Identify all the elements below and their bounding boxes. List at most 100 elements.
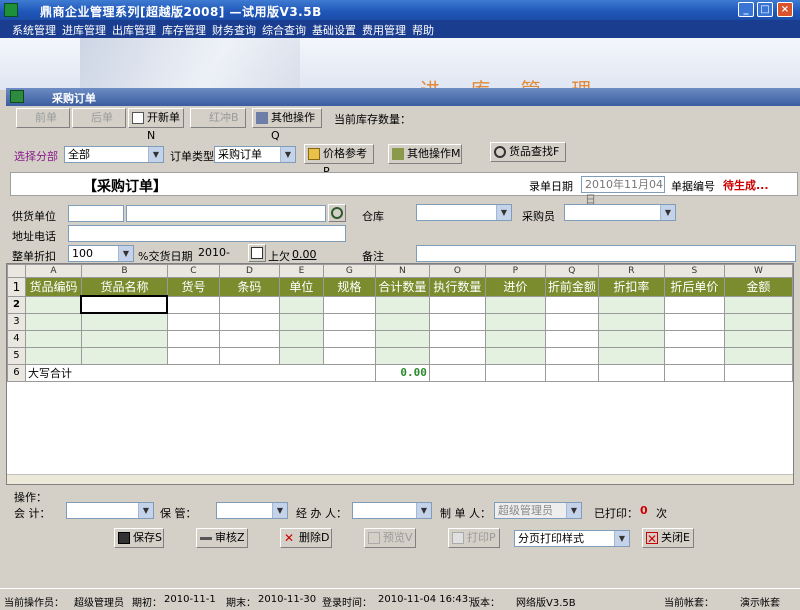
close-icon[interactable]: × bbox=[777, 2, 793, 17]
header-goods-code[interactable]: 货品编码 bbox=[24, 277, 82, 297]
print-style-select[interactable]: 分页打印样式 ▼ bbox=[514, 530, 630, 547]
cell[interactable] bbox=[278, 346, 324, 365]
cell[interactable] bbox=[80, 346, 168, 365]
price-reference-button[interactable]: 价格参考P bbox=[304, 144, 374, 178]
cell[interactable] bbox=[218, 312, 280, 331]
menu-finance[interactable]: 财务查询 bbox=[212, 22, 256, 38]
cell[interactable] bbox=[374, 295, 430, 314]
horizontal-scrollbar[interactable] bbox=[7, 474, 793, 484]
maximize-icon[interactable]: □ bbox=[757, 2, 773, 17]
close-button[interactable]: ✕ 关闭E bbox=[642, 528, 694, 548]
cell[interactable] bbox=[544, 295, 599, 314]
cell[interactable] bbox=[428, 312, 486, 331]
audit-button[interactable]: 审核Z bbox=[196, 528, 248, 548]
header-unit[interactable]: 单位 bbox=[278, 277, 324, 297]
doc-date-field[interactable]: 2010年11月04日 bbox=[581, 176, 665, 206]
calendar-button[interactable] bbox=[248, 244, 266, 262]
menu-expense[interactable]: 费用管理 bbox=[362, 22, 406, 38]
cell[interactable] bbox=[723, 312, 794, 331]
preview-button[interactable]: 预览V bbox=[364, 528, 416, 548]
menu-stock-in[interactable]: 进库管理 bbox=[62, 22, 106, 38]
red-reverse-button[interactable]: 红冲B bbox=[190, 108, 246, 128]
cell[interactable] bbox=[374, 329, 430, 348]
menu-settings[interactable]: 基础设置 bbox=[312, 22, 356, 38]
cell[interactable] bbox=[374, 312, 430, 331]
cell[interactable] bbox=[80, 312, 168, 331]
other-operations-button[interactable]: 其他操作Q bbox=[252, 108, 322, 142]
cell[interactable] bbox=[428, 295, 486, 314]
header-goods-name[interactable]: 货品名称 bbox=[80, 277, 168, 297]
cell[interactable] bbox=[374, 346, 430, 365]
cell[interactable] bbox=[322, 312, 376, 331]
supplier-lookup-button[interactable] bbox=[328, 204, 346, 222]
cell[interactable] bbox=[663, 295, 725, 314]
cell[interactable] bbox=[218, 346, 280, 365]
cell[interactable] bbox=[663, 346, 725, 365]
cell[interactable] bbox=[80, 329, 168, 348]
cell[interactable] bbox=[484, 312, 546, 331]
cell[interactable] bbox=[663, 329, 725, 348]
header-price[interactable]: 进价 bbox=[484, 277, 546, 297]
new-order-button[interactable]: 开新单N bbox=[128, 108, 184, 142]
menu-system[interactable]: 系统管理 bbox=[12, 22, 56, 38]
accountant-select[interactable]: ▼ bbox=[66, 502, 154, 519]
cell[interactable] bbox=[278, 295, 324, 314]
header-amount[interactable]: 金额 bbox=[723, 277, 794, 297]
header-barcode[interactable]: 条码 bbox=[218, 277, 280, 297]
address-input[interactable] bbox=[68, 225, 346, 242]
cell[interactable] bbox=[723, 346, 794, 365]
menu-help[interactable]: 帮助 bbox=[412, 22, 434, 38]
remark-input[interactable] bbox=[416, 245, 796, 262]
delivery-date-field[interactable]: 2010-11-04 bbox=[198, 245, 246, 274]
discount-select[interactable]: 100 ▼ bbox=[68, 245, 134, 262]
cell[interactable] bbox=[166, 346, 220, 365]
header-pre-discount[interactable]: 折前金额 bbox=[544, 277, 599, 297]
cell[interactable] bbox=[484, 295, 546, 314]
cell[interactable] bbox=[484, 346, 546, 365]
keeper-select[interactable]: ▼ bbox=[216, 502, 288, 519]
cell[interactable] bbox=[723, 329, 794, 348]
cell[interactable] bbox=[484, 329, 546, 348]
cell[interactable] bbox=[544, 329, 599, 348]
order-type-select[interactable]: 采购订单 ▼ bbox=[214, 146, 296, 163]
next-button[interactable]: 后单 bbox=[72, 108, 126, 128]
warehouse-select[interactable]: ▼ bbox=[416, 204, 512, 221]
cell[interactable] bbox=[24, 312, 82, 331]
header-spec[interactable]: 规格 bbox=[322, 277, 376, 297]
cell[interactable] bbox=[322, 295, 376, 314]
cell[interactable] bbox=[723, 295, 794, 314]
print-button[interactable]: 打印P bbox=[448, 528, 500, 548]
cell[interactable] bbox=[597, 295, 665, 314]
supplier-name-input[interactable] bbox=[126, 205, 326, 222]
cell[interactable] bbox=[544, 346, 599, 365]
cell[interactable] bbox=[663, 312, 725, 331]
header-total-qty[interactable]: 合计数量 bbox=[374, 277, 430, 297]
goods-search-button[interactable]: 货品查找F bbox=[490, 142, 566, 162]
branch-select[interactable]: 全部 ▼ bbox=[64, 146, 164, 163]
cell[interactable] bbox=[322, 346, 376, 365]
cell[interactable] bbox=[218, 329, 280, 348]
cell-active[interactable] bbox=[80, 295, 169, 314]
cell[interactable] bbox=[428, 346, 486, 365]
minimize-icon[interactable]: _ bbox=[738, 2, 754, 17]
menu-query[interactable]: 综合查询 bbox=[262, 22, 306, 38]
buyer-select[interactable]: ▼ bbox=[564, 204, 676, 221]
cell[interactable] bbox=[218, 295, 280, 314]
save-button[interactable]: 保存S bbox=[114, 528, 164, 548]
order-grid[interactable]: A B C D E G N O P Q R S W 1 货品编码 货品名称 货号… bbox=[6, 263, 794, 485]
prev-button[interactable]: 前单 bbox=[16, 108, 70, 128]
cell[interactable] bbox=[24, 329, 82, 348]
header-discount-rate[interactable]: 折扣率 bbox=[597, 277, 665, 297]
cell[interactable] bbox=[597, 329, 665, 348]
maker-select[interactable]: 超级管理员 ▼ bbox=[494, 502, 582, 519]
cell[interactable] bbox=[544, 312, 599, 331]
cell[interactable] bbox=[428, 329, 486, 348]
cell[interactable] bbox=[278, 312, 324, 331]
other-ops-button[interactable]: 其他操作M bbox=[388, 144, 462, 164]
cell[interactable] bbox=[166, 312, 220, 331]
header-post-discount[interactable]: 折后单价 bbox=[663, 277, 725, 297]
cell[interactable] bbox=[24, 346, 82, 365]
header-item-no[interactable]: 货号 bbox=[166, 277, 220, 297]
supplier-code-input[interactable] bbox=[68, 205, 124, 222]
cell[interactable] bbox=[278, 329, 324, 348]
